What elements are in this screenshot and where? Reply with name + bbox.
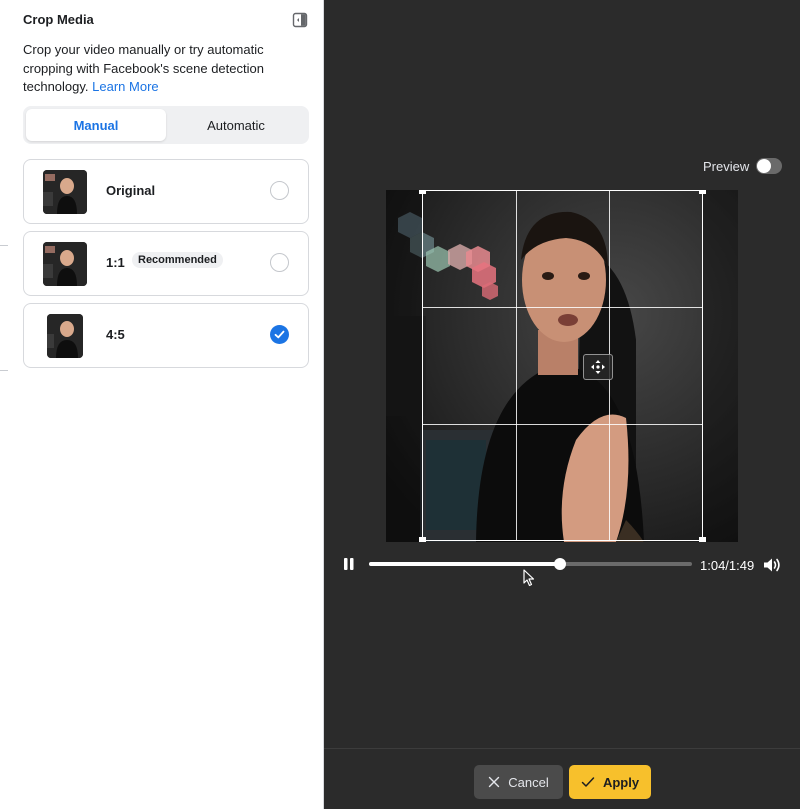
check-icon bbox=[274, 330, 285, 339]
apply-button[interactable]: Apply bbox=[569, 765, 651, 799]
learn-more-link[interactable]: Learn More bbox=[92, 79, 158, 94]
toggle-knob bbox=[757, 159, 771, 173]
crop-option-1-1[interactable]: 1:1 Recommended bbox=[23, 231, 309, 296]
move-handle[interactable] bbox=[583, 354, 613, 380]
crop-corner-handle[interactable] bbox=[699, 190, 706, 194]
radio-button[interactable] bbox=[270, 253, 289, 272]
crop-outside-shade bbox=[386, 190, 422, 542]
check-icon bbox=[581, 777, 595, 787]
recommended-badge: Recommended bbox=[132, 252, 223, 268]
tab-automatic[interactable]: Automatic bbox=[166, 109, 306, 141]
collapse-panel-icon[interactable] bbox=[292, 12, 308, 28]
volume-button[interactable] bbox=[762, 556, 782, 574]
video-thumbnail bbox=[47, 314, 83, 358]
option-label: 1:1 bbox=[106, 255, 125, 270]
video-progress-bar[interactable] bbox=[369, 558, 692, 570]
crop-corner-handle[interactable] bbox=[699, 537, 706, 542]
mouse-cursor-icon bbox=[523, 569, 535, 587]
crop-outside-shade bbox=[703, 190, 738, 542]
tab-manual[interactable]: Manual bbox=[26, 109, 166, 141]
volume-icon bbox=[764, 558, 780, 572]
crop-mode-tabs: Manual Automatic bbox=[23, 106, 309, 144]
preview-label: Preview bbox=[703, 159, 750, 174]
grid-line bbox=[423, 307, 702, 308]
cancel-button[interactable]: Cancel bbox=[474, 765, 563, 799]
option-label: 4:5 bbox=[106, 327, 125, 342]
crop-option-original[interactable]: Original bbox=[23, 159, 309, 224]
video-thumbnail bbox=[43, 242, 87, 286]
progress-fill bbox=[369, 562, 560, 566]
close-icon bbox=[489, 776, 500, 788]
divider bbox=[0, 245, 8, 246]
crop-panel: Crop Media Crop your video manually or t… bbox=[0, 0, 324, 809]
crop-option-4-5[interactable]: 4:5 bbox=[23, 303, 309, 368]
crop-corner-handle[interactable] bbox=[419, 537, 426, 542]
time-display: 1:04/1:49 bbox=[700, 558, 755, 573]
video-frame bbox=[386, 190, 738, 542]
move-arrows-icon bbox=[591, 360, 605, 374]
preview-toggle[interactable] bbox=[756, 158, 782, 174]
radio-button[interactable] bbox=[270, 181, 289, 200]
action-footer: Cancel Apply bbox=[324, 748, 800, 809]
apply-label: Apply bbox=[602, 774, 640, 790]
panel-title: Crop Media bbox=[23, 12, 94, 27]
grid-line bbox=[423, 424, 702, 425]
radio-button-checked[interactable] bbox=[270, 325, 289, 344]
video-thumbnail bbox=[43, 170, 87, 214]
option-label: Original bbox=[106, 183, 156, 198]
crop-corner-handle[interactable] bbox=[419, 190, 426, 194]
cancel-label: Cancel bbox=[508, 774, 549, 790]
progress-thumb[interactable] bbox=[553, 558, 566, 570]
pause-icon bbox=[344, 558, 354, 570]
divider bbox=[0, 370, 8, 371]
panel-description: Crop your video manually or try automati… bbox=[23, 41, 283, 97]
crop-preview-area: Preview 1:04/1:49 Cancel Apply bbox=[324, 0, 800, 809]
crop-box[interactable] bbox=[419, 190, 706, 542]
grid-line bbox=[516, 191, 517, 540]
pause-button[interactable] bbox=[342, 556, 356, 572]
